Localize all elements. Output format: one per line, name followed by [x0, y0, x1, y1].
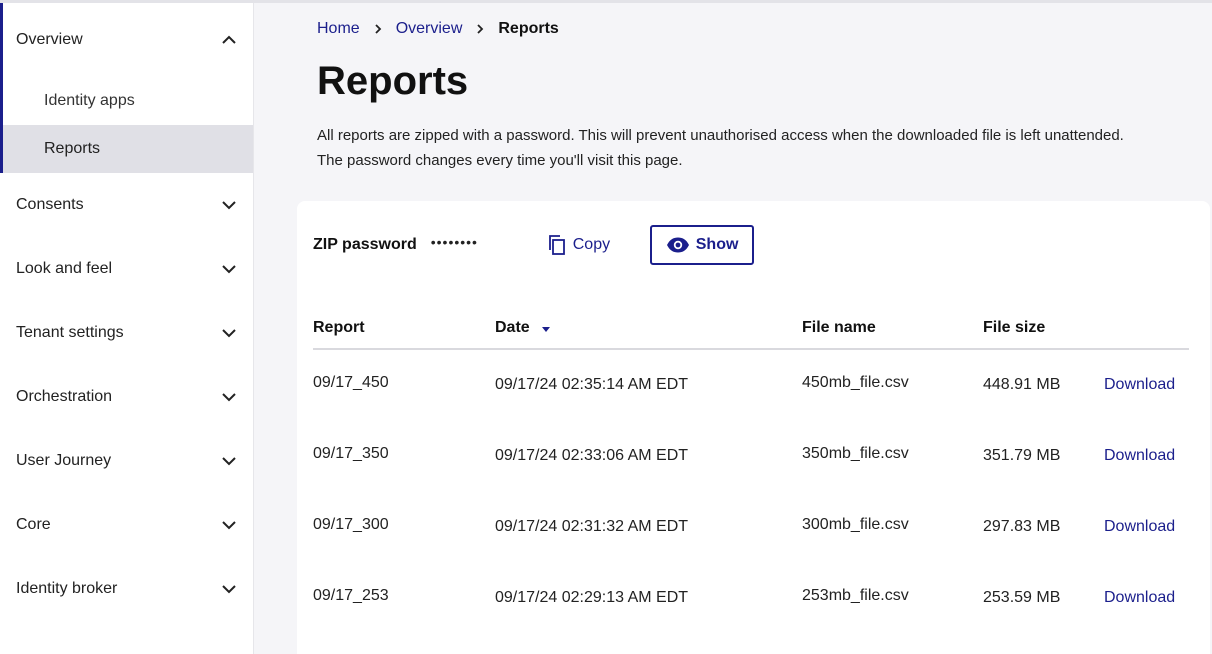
cell-action: Download	[1104, 562, 1189, 633]
eye-icon	[666, 233, 690, 257]
column-header-file-size[interactable]: File size	[983, 307, 1104, 350]
description-line: The password changes every time you'll v…	[317, 152, 683, 169]
download-link[interactable]: Download	[1104, 376, 1175, 393]
sidebar-item-label: Consents	[16, 196, 84, 213]
sidebar-item-consents[interactable]: Consents	[0, 173, 253, 237]
chevron-down-icon	[221, 197, 237, 213]
zip-password-row: ZIP password •••••••• Copy Show	[313, 225, 755, 265]
column-header-report[interactable]: Report	[313, 307, 495, 350]
sidebar-item-label: Reports	[44, 140, 101, 157]
cell-date: 09/17/24 02:33:06 AM EDT	[495, 446, 689, 464]
table-row: 09/17_253 09/17/24 02:29:13 AM EDT 253mb…	[313, 562, 1189, 633]
sort-descending-icon	[540, 322, 552, 334]
sidebar-item-core[interactable]: Core	[0, 493, 253, 557]
download-link[interactable]: Download	[1104, 518, 1175, 535]
report-id: 09/17_350	[313, 444, 389, 462]
chevron-down-icon	[221, 581, 237, 597]
sidebar-item-label: Orchestration	[16, 388, 113, 405]
sidebar-item-orchestration[interactable]: Orchestration	[0, 365, 253, 429]
chevron-right-icon	[474, 23, 486, 35]
sidebar-item-tenant-settings[interactable]: Tenant settings	[0, 301, 253, 365]
chevron-down-icon	[221, 453, 237, 469]
sidebar-item-label: Identity broker	[16, 580, 118, 597]
description-line: All reports are zipped with a password. …	[317, 127, 1124, 144]
cell-date: 09/17/24 02:29:13 AM EDT	[495, 588, 689, 606]
main-content: Home Overview Reports Reports All report…	[254, 3, 1212, 654]
zip-password-value: ••••••••	[430, 234, 478, 250]
column-header-label: Date	[495, 318, 530, 336]
reports-card: ZIP password •••••••• Copy Show Report D…	[297, 201, 1210, 654]
page-description: All reports are zipped with a password. …	[317, 123, 1197, 173]
page-title: Reports	[317, 59, 469, 103]
cell-file-size: 351.79 MB	[983, 446, 1061, 464]
breadcrumb-overview[interactable]: Overview	[396, 20, 463, 38]
sidebar-item-label: Overview	[16, 31, 83, 48]
copy-button[interactable]: Copy	[541, 225, 614, 265]
chevron-down-icon	[221, 389, 237, 405]
cell-file-name: 350mb_file.csv	[802, 420, 983, 491]
column-header-label: File name	[802, 318, 876, 336]
copy-icon	[545, 233, 569, 257]
copy-button-label: Copy	[572, 236, 611, 253]
cell-date: 09/17/24 02:31:32 AM EDT	[495, 517, 689, 535]
report-id: 09/17_300	[313, 515, 389, 533]
chevron-down-icon	[221, 325, 237, 341]
reports-table: Report Date File name File size 09/17_45…	[313, 307, 1189, 633]
column-header-file-name[interactable]: File name	[802, 307, 983, 350]
cell-action: Download	[1104, 420, 1189, 491]
chevron-right-icon	[372, 23, 384, 35]
sidebar-item-label: User Journey	[16, 452, 112, 469]
breadcrumb-home[interactable]: Home	[317, 20, 360, 38]
table-row: 09/17_450 09/17/24 02:35:14 AM EDT 450mb…	[313, 349, 1189, 420]
table-row: 09/17_300 09/17/24 02:31:32 AM EDT 300mb…	[313, 491, 1189, 562]
sidebar-item-look-and-feel[interactable]: Look and feel	[0, 237, 253, 301]
sidebar-group-overview: Overview Identity apps Reports	[0, 3, 253, 173]
sidebar-item-label: Identity apps	[44, 92, 135, 109]
breadcrumb: Home Overview Reports	[317, 20, 559, 38]
sidebar-item-overview[interactable]: Overview	[3, 3, 253, 77]
cell-file-name: 253mb_file.csv	[802, 562, 983, 633]
show-password-button[interactable]: Show	[650, 225, 755, 265]
sidebar-item-label: Look and feel	[16, 260, 113, 277]
zip-password-label: ZIP password	[313, 236, 417, 253]
cell-report: 09/17_253	[313, 562, 495, 633]
sidebar-item-reports[interactable]: Reports	[3, 125, 253, 173]
cell-file-size: 448.91 MB	[983, 376, 1061, 393]
cell-file-size: 297.83 MB	[983, 517, 1061, 535]
download-link[interactable]: Download	[1104, 447, 1175, 464]
report-id: 09/17_450	[313, 374, 389, 391]
chevron-down-icon	[221, 517, 237, 533]
file-name: 350mb_file.csv	[802, 444, 909, 462]
sidebar-item-identity-broker[interactable]: Identity broker	[0, 557, 253, 621]
sidebar-item-identity-apps[interactable]: Identity apps	[3, 77, 253, 125]
column-header-date[interactable]: Date	[495, 307, 802, 350]
table-header-row: Report Date File name File size	[313, 307, 1189, 350]
file-name: 300mb_file.csv	[802, 515, 909, 533]
cell-action: Download	[1104, 491, 1189, 562]
cell-file-size: 253.59 MB	[983, 588, 1061, 606]
cell-report: 09/17_350	[313, 420, 495, 491]
cell-file-name: 450mb_file.csv	[802, 349, 983, 420]
sidebar-item-label: Tenant settings	[16, 324, 124, 341]
download-link[interactable]: Download	[1104, 589, 1175, 606]
cell-action: Download	[1104, 349, 1189, 420]
table-row: 09/17_350 09/17/24 02:33:06 AM EDT 350mb…	[313, 420, 1189, 491]
chevron-up-icon	[221, 32, 237, 48]
file-name: 450mb_file.csv	[802, 374, 909, 391]
column-header-label: File size	[983, 318, 1046, 336]
file-name: 253mb_file.csv	[802, 586, 909, 604]
report-id: 09/17_253	[313, 586, 389, 604]
cell-report: 09/17_450	[313, 349, 495, 420]
sidebar: Overview Identity apps Reports Consents …	[0, 3, 254, 654]
chevron-down-icon	[221, 261, 237, 277]
column-header-action	[1104, 307, 1189, 350]
breadcrumb-current: Reports	[498, 20, 559, 37]
show-button-label: Show	[695, 236, 739, 253]
sidebar-item-label: Core	[16, 516, 51, 533]
column-header-label: Report	[313, 318, 365, 336]
cell-report: 09/17_300	[313, 491, 495, 562]
cell-date: 09/17/24 02:35:14 AM EDT	[495, 376, 689, 393]
sidebar-item-user-journey[interactable]: User Journey	[0, 429, 253, 493]
cell-file-name: 300mb_file.csv	[802, 491, 983, 562]
